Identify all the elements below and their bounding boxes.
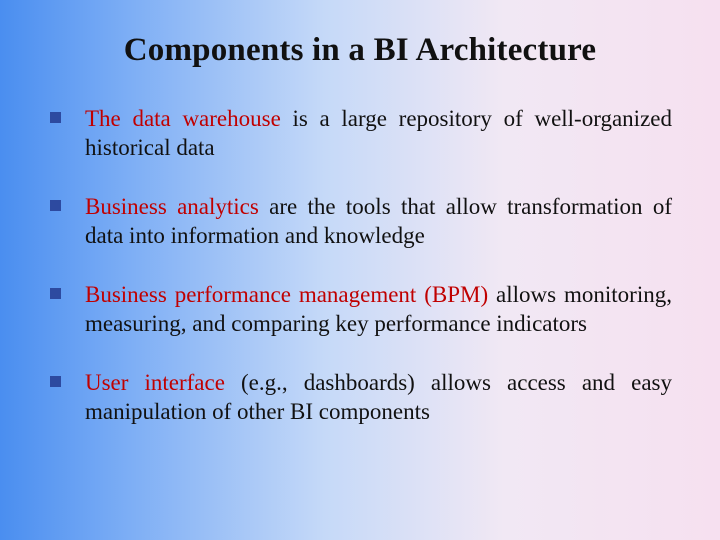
square-bullet-icon (50, 288, 61, 299)
bullet-text: Business analytics are the tools that al… (85, 193, 672, 251)
slide-title: Components in a BI Architecture (48, 32, 672, 69)
list-item: Business analytics are the tools that al… (48, 193, 672, 251)
bullet-text: The data warehouse is a large repository… (85, 105, 672, 163)
bullet-text: User interface (e.g., dashboards) allows… (85, 369, 672, 427)
square-bullet-icon (50, 376, 61, 387)
list-item: Business performance management (BPM) al… (48, 281, 672, 339)
bullet-text: Business performance management (BPM) al… (85, 281, 672, 339)
square-bullet-icon (50, 200, 61, 211)
bullet-lead: User interface (85, 370, 225, 395)
slide: Components in a BI Architecture The data… (0, 0, 720, 540)
square-bullet-icon (50, 112, 61, 123)
bullet-lead: Business performance management (BPM) (85, 282, 488, 307)
list-item: User interface (e.g., dashboards) allows… (48, 369, 672, 427)
list-item: The data warehouse is a large repository… (48, 105, 672, 163)
bullet-lead: Business analytics (85, 194, 259, 219)
bullet-list: The data warehouse is a large repository… (48, 105, 672, 427)
bullet-lead: The data warehouse (85, 106, 281, 131)
